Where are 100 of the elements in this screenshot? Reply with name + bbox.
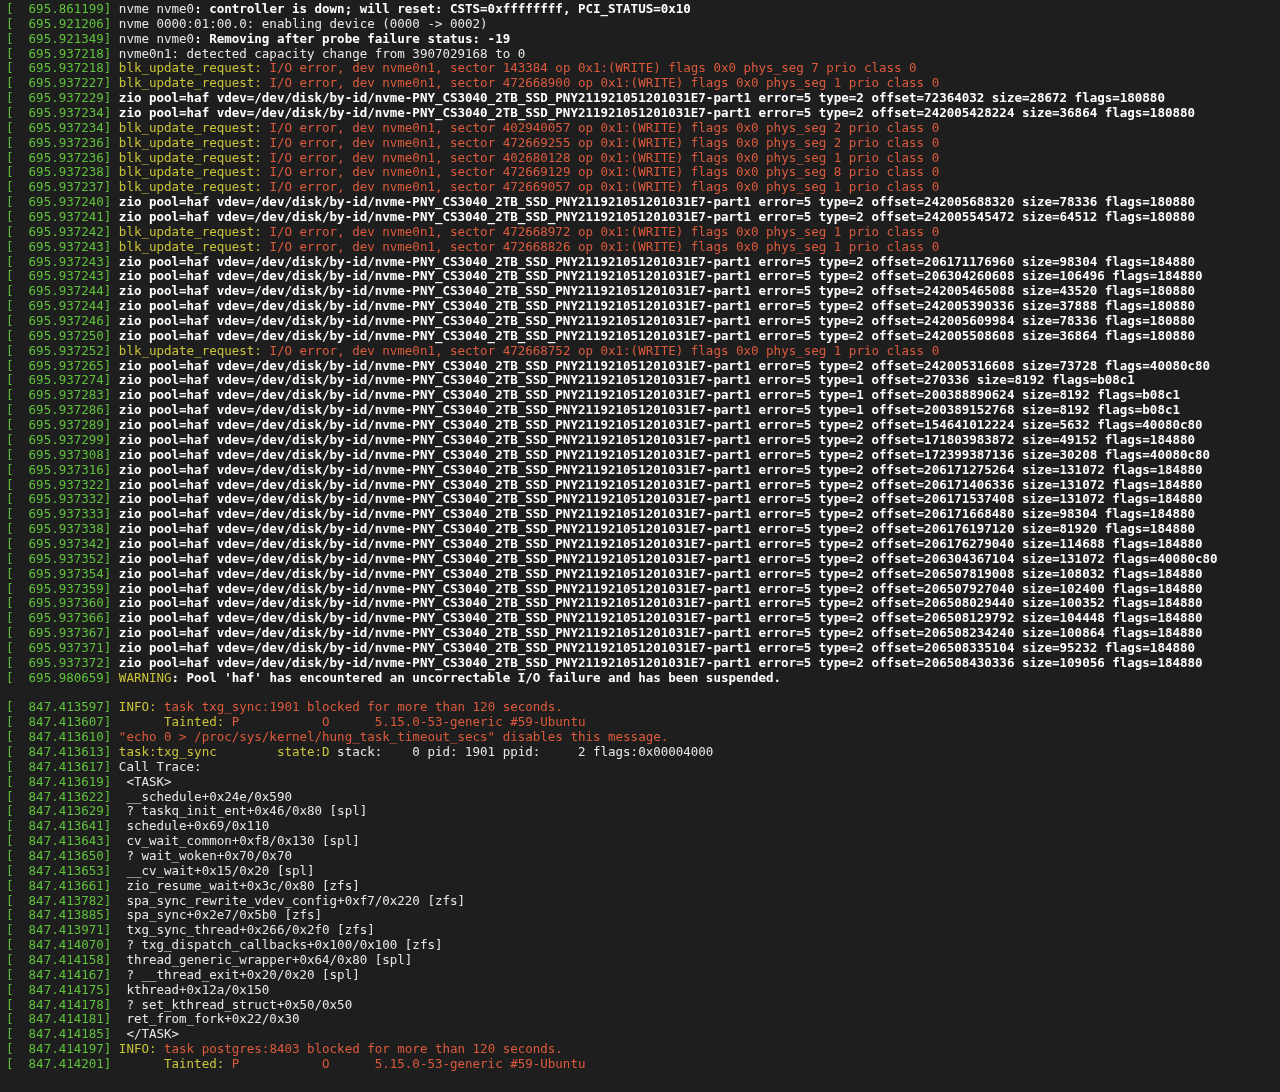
- log-message: blk_update_request: I/O error, dev nvme0n1, sector 472669129 op 0x1:(WRITE) flags 0x0 phys_seg 8 prio class 0: [118, 165, 940, 181]
- log-message: ? wait_woken+0x70/0x70: [125, 849, 292, 864]
- log-message: blk_update_request: I/O error, dev nvme0n1, sector 402680128 op 0x1:(WRITE) flags 0x0 phys_seg 1 prio class 0: [118, 150, 940, 166]
- log-timestamp: [ 847.413661]: [6, 878, 112, 894]
- log-timestamp: [ 695.937366]: [6, 611, 112, 627]
- log-message: spa_sync_rewrite_vdev_config+0xf7/0x220 [zfs]: [125, 893, 466, 909]
- log-timestamp: [ 695.937227]: [6, 76, 112, 92]
- log-message: zio pool=haf vdev=/dev/disk/by-id/nvme-PNY_CS3040_2TB_SSD_PNY211921051201031E7-part1 error=5 type=2 offset=206508430336 size=109056 flags=184880: [118, 655, 1203, 671]
- log-timestamp: [ 695.937242]: [6, 224, 112, 240]
- log-timestamp: [ 695.937237]: [6, 180, 112, 196]
- log-timestamp: [ 847.413622]: [6, 789, 112, 805]
- log-message: blk_update_request: I/O error, dev nvme0n1, sector 143384 op 0x1:(WRITE) flags 0x0 phys_seg 7 prio class 0: [118, 61, 917, 77]
- log-message: thread_generic_wrapper+0x64/0x80 [spl]: [125, 953, 413, 968]
- log-message: zio pool=haf vdev=/dev/disk/by-id/nvme-PNY_CS3040_2TB_SSD_PNY211921051201031E7-part1 error=5 type=2 offset=242005609984 size=78336 flags=180880: [118, 314, 1196, 329]
- log-timestamp: [ 695.937243]: [6, 254, 112, 270]
- log-timestamp: [ 695.937322]: [6, 477, 112, 493]
- log-timestamp: [ 695.937238]: [6, 165, 112, 181]
- log-message: nvme nvme0: Removing after probe failure status: -19: [118, 31, 511, 47]
- log-message: zio pool=haf vdev=/dev/disk/by-id/nvme-PNY_CS3040_2TB_SSD_PNY211921051201031E7-part1 error=5 type=2 offset=171803983872 size=49152 flags=184880: [118, 432, 1196, 448]
- log-message: ? __thread_exit+0x20/0x20 [spl]: [125, 967, 360, 983]
- log-timestamp: [ 695.937240]: [6, 195, 112, 211]
- log-timestamp: [ 695.937316]: [6, 462, 112, 478]
- log-timestamp: [ 847.414175]: [6, 982, 112, 998]
- log-timestamp: [ 847.413782]: [6, 893, 112, 909]
- log-timestamp: [ 695.937265]: [6, 358, 112, 374]
- log-timestamp: [ 847.413641]: [6, 819, 112, 835]
- log-timestamp: [ 695.937308]: [6, 447, 112, 463]
- log-message: blk_update_request: I/O error, dev nvme0n1, sector 472669057 op 0x1:(WRITE) flags 0x0 phys_seg 1 prio class 0: [118, 180, 940, 196]
- log-message: blk_update_request: I/O error, dev nvme0n1, sector 402940057 op 0x1:(WRITE) flags 0x0 phys_seg 2 prio class 0: [118, 120, 940, 136]
- log-message: blk_update_request: I/O error, dev nvme0n1, sector 472668752 op 0x1:(WRITE) flags 0x0 phys_seg 1 prio class 0: [118, 343, 940, 359]
- log-timestamp: [ 847.413643]: [6, 834, 112, 849]
- log-timestamp: [ 695.937244]: [6, 284, 112, 300]
- log-message: zio pool=haf vdev=/dev/disk/by-id/nvme-PNY_CS3040_2TB_SSD_PNY211921051201031E7-part1 error=5 type=2 offset=242005428224 size=36864 flags=180880: [118, 106, 1196, 121]
- log-timestamp: [ 695.937241]: [6, 210, 112, 225]
- log-timestamp: [ 695.937283]: [6, 388, 112, 404]
- log-message: zio pool=haf vdev=/dev/disk/by-id/nvme-PNY_CS3040_2TB_SSD_PNY211921051201031E7-part1 error=5 type=2 offset=172399387136 size=30208 flags=40080c80: [118, 447, 1211, 463]
- log-timestamp: [ 847.413629]: [6, 804, 112, 820]
- log-message: blk_update_request: I/O error, dev nvme0n1, sector 472668900 op 0x1:(WRITE) flags 0x0 phys_seg 1 prio class 0: [118, 76, 940, 92]
- log-timestamp: [ 847.414185]: [6, 1027, 112, 1043]
- log-message: zio pool=haf vdev=/dev/disk/by-id/nvme-PNY_CS3040_2TB_SSD_PNY211921051201031E7-part1 error=5 type=2 offset=206176279040 size=114688 flags=184880: [118, 536, 1203, 552]
- log-message: zio pool=haf vdev=/dev/disk/by-id/nvme-PNY_CS3040_2TB_SSD_PNY211921051201031E7-part1 error=5 type=1 offset=200388890624 size=8192 flags=b08c1: [118, 388, 1180, 404]
- log-timestamp: [ 695.921349]: [6, 31, 112, 47]
- log-message: zio pool=haf vdev=/dev/disk/by-id/nvme-PNY_CS3040_2TB_SSD_PNY211921051201031E7-part1 error=5 type=2 offset=206507927040 size=102400 flags=184880: [118, 581, 1203, 597]
- log-message: WARNING: Pool 'haf' has encountered an uncorrectable I/O failure and has been suspended.: [118, 670, 782, 686]
- log-timestamp: [ 695.937286]: [6, 403, 112, 419]
- log-timestamp: [ 695.937252]: [6, 343, 112, 359]
- log-message: task:txg_sync state:D stack: 0 pid: 1901 ppid: 2 flags:0x00004000: [118, 744, 714, 760]
- log-timestamp: [ 695.937354]: [6, 566, 112, 582]
- log-message: zio pool=haf vdev=/dev/disk/by-id/nvme-PNY_CS3040_2TB_SSD_PNY211921051201031E7-part1 error=5 type=2 offset=72364032 size=28672 flags=180880: [118, 91, 1165, 106]
- log-message: ? set_kthread_struct+0x50/0x50: [125, 997, 353, 1013]
- log-timestamp: [ 695.937333]: [6, 507, 112, 523]
- log-timestamp: [ 847.413610]: [6, 730, 112, 745]
- log-message: zio pool=haf vdev=/dev/disk/by-id/nvme-PNY_CS3040_2TB_SSD_PNY211921051201031E7-part1 error=5 type=2 offset=242005465088 size=43520 flags=180880: [118, 284, 1196, 300]
- log-message: nvme 0000:01:00.0: enabling device (0000 -> 0002): [118, 16, 488, 32]
- log-timestamp: [ 847.414178]: [6, 997, 112, 1013]
- log-message: zio pool=haf vdev=/dev/disk/by-id/nvme-PNY_CS3040_2TB_SSD_PNY211921051201031E7-part1 error=5 type=2 offset=154641012224 size=5632 flags=40080c80: [118, 418, 1203, 433]
- log-message: cv_wait_common+0xf8/0x130 [spl]: [125, 834, 360, 849]
- log-timestamp: [ 695.937234]: [6, 120, 112, 136]
- log-message: __schedule+0x24e/0x590: [125, 789, 292, 805]
- log-timestamp: [ 847.413650]: [6, 849, 112, 864]
- log-message: zio pool=haf vdev=/dev/disk/by-id/nvme-PNY_CS3040_2TB_SSD_PNY211921051201031E7-part1 error=5 type=2 offset=242005390336 size=37888 flags=180880: [118, 299, 1196, 314]
- log-timestamp: [ 847.414158]: [6, 953, 112, 968]
- log-message: </TASK>: [125, 1027, 180, 1043]
- log-message: kthread+0x12a/0x150: [125, 982, 270, 998]
- log-timestamp: [ 847.413619]: [6, 774, 112, 790]
- log-message: nvme0n1: detected capacity change from 3907029168 to 0: [118, 46, 526, 62]
- log-timestamp: [ 847.414167]: [6, 967, 112, 983]
- log-timestamp: [ 847.413617]: [6, 759, 112, 775]
- log-timestamp: [ 695.937332]: [6, 492, 112, 508]
- log-message: spa_sync+0x2e7/0x5b0 [zfs]: [125, 908, 323, 924]
- log-message: txg_sync_thread+0x266/0x2f0 [zfs]: [125, 923, 375, 939]
- log-timestamp: [ 695.937243]: [6, 239, 112, 255]
- log-message: zio pool=haf vdev=/dev/disk/by-id/nvme-PNY_CS3040_2TB_SSD_PNY211921051201031E7-part1 error=5 type=2 offset=206171537408 size=131072 flags=184880: [118, 492, 1203, 508]
- log-timestamp: [ 847.413653]: [6, 863, 112, 879]
- log-message: ? txg_dispatch_callbacks+0x100/0x100 [zfs]: [125, 938, 443, 953]
- log-timestamp: [ 695.937243]: [6, 269, 112, 285]
- log-message: zio pool=haf vdev=/dev/disk/by-id/nvme-PNY_CS3040_2TB_SSD_PNY211921051201031E7-part1 error=5 type=2 offset=242005545472 size=64512 flags=180880: [118, 210, 1196, 225]
- log-timestamp: [ 695.937338]: [6, 522, 112, 537]
- log-timestamp: [ 695.937236]: [6, 150, 112, 166]
- log-timestamp: [ 695.937359]: [6, 581, 112, 597]
- log-timestamp: [ 847.413885]: [6, 908, 112, 924]
- log-message: zio pool=haf vdev=/dev/disk/by-id/nvme-PNY_CS3040_2TB_SSD_PNY211921051201031E7-part1 error=5 type=2 offset=206304260608 size=106496 flags=184880: [118, 269, 1203, 285]
- log-message: Call Trace:: [118, 759, 202, 775]
- log-timestamp: [ 695.937244]: [6, 299, 112, 315]
- log-timestamp: [ 847.413613]: [6, 744, 112, 760]
- log-timestamp: [ 695.937352]: [6, 551, 112, 567]
- log-message: zio pool=haf vdev=/dev/disk/by-id/nvme-PNY_CS3040_2TB_SSD_PNY211921051201031E7-part1 error=5 type=2 offset=206507819008 size=108032 flags=184880: [118, 566, 1203, 582]
- log-message: zio pool=haf vdev=/dev/disk/by-id/nvme-PNY_CS3040_2TB_SSD_PNY211921051201031E7-part1 error=5 type=2 offset=206171275264 size=131072 flags=184880: [118, 462, 1203, 478]
- log-message: "echo 0 > /proc/sys/kernel/hung_task_timeout_secs" disables this message.: [118, 730, 669, 745]
- log-message: zio pool=haf vdev=/dev/disk/by-id/nvme-PNY_CS3040_2TB_SSD_PNY211921051201031E7-part1 error=5 type=2 offset=242005316608 size=73728 flags=40080c80: [118, 358, 1211, 374]
- log-message: ? taskq_init_ent+0x46/0x80 [spl]: [125, 804, 368, 820]
- log-message: Tainted: P O 5.15.0-53-generic #59-Ubuntu: [163, 715, 586, 731]
- log-message: nvme nvme0: controller is down; will reset: CSTS=0xffffffff, PCI_STATUS=0x10: [118, 2, 691, 17]
- log-timestamp: [ 695.937274]: [6, 373, 112, 389]
- log-timestamp: [ 847.414181]: [6, 1012, 112, 1028]
- log-timestamp: [ 695.937289]: [6, 418, 112, 433]
- log-message: zio pool=haf vdev=/dev/disk/by-id/nvme-PNY_CS3040_2TB_SSD_PNY211921051201031E7-part1 error=5 type=1 offset=270336 size=8192 flags=b08c1: [118, 373, 1135, 389]
- log-message: __cv_wait+0x15/0x20 [spl]: [125, 863, 315, 879]
- log-timestamp: [ 847.414197]: [6, 1042, 112, 1057]
- log-timestamp: [ 695.937229]: [6, 91, 112, 106]
